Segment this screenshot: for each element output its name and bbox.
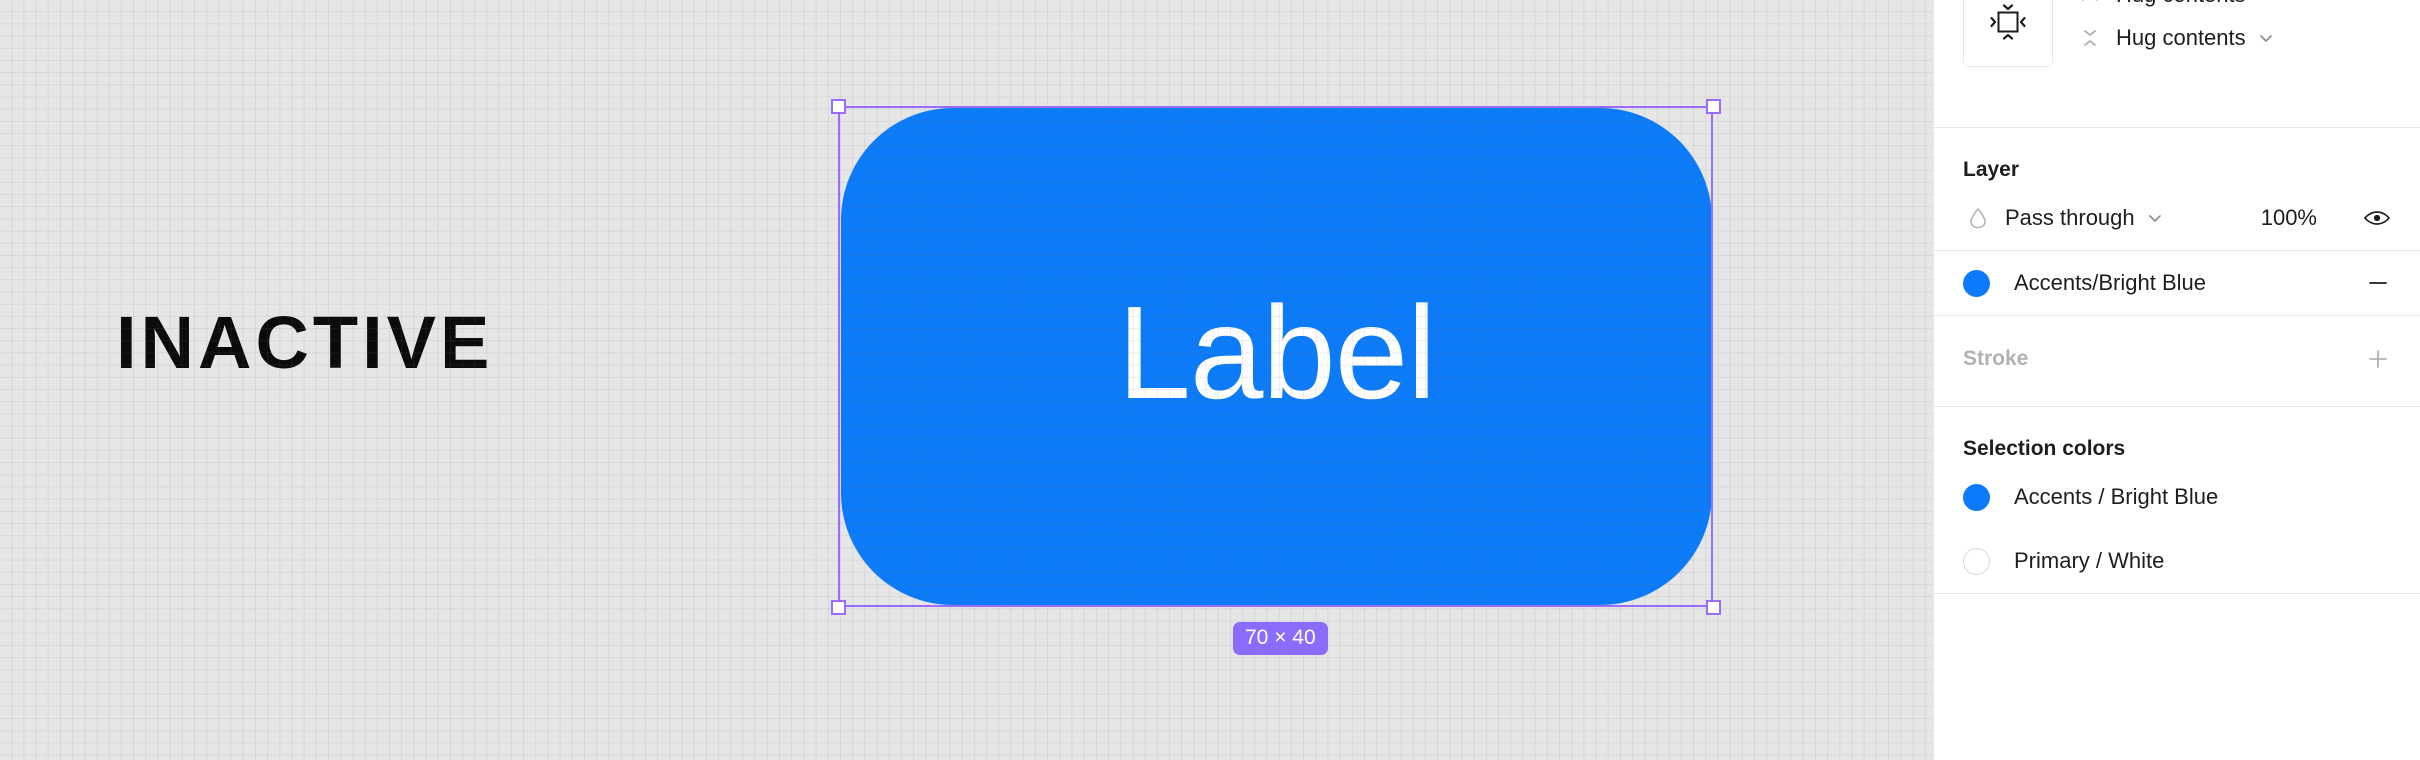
blend-mode-icon xyxy=(1963,206,1993,230)
eye-icon[interactable] xyxy=(2363,208,2391,228)
selection-handle-top-left[interactable] xyxy=(831,99,846,114)
fill-color-swatch[interactable] xyxy=(1963,269,1990,297)
vertical-resizing-icon xyxy=(2075,27,2105,49)
stroke-section-title: Stroke xyxy=(1963,347,2029,370)
horizontal-resizing-icon xyxy=(2075,0,2105,4)
resize-constraints-icon[interactable] xyxy=(1963,0,2053,67)
blend-mode-value[interactable]: Pass through xyxy=(2005,205,2135,231)
design-canvas[interactable]: INACTIVE Label 70 × 40 xyxy=(0,0,1933,760)
horizontal-resizing-value: Hug contents xyxy=(2116,0,2246,8)
stroke-header: Stroke xyxy=(1963,316,2391,376)
selection-color-swatch[interactable] xyxy=(1963,547,1990,575)
layer-section-title: Layer xyxy=(1963,158,2020,181)
chevron-down-icon[interactable] xyxy=(2146,209,2164,227)
selection-colors-section: Selection colors Accents / Bright Blue P… xyxy=(1934,407,2420,593)
resize-options: Hug contents Hug contents xyxy=(2075,0,2275,61)
selection-color-name: Accents / Bright Blue xyxy=(2014,484,2219,509)
fill-row[interactable]: Accents/Bright Blue xyxy=(1963,251,2391,315)
fill-section: Accents/Bright Blue xyxy=(1934,251,2420,315)
stroke-section: Stroke xyxy=(1934,316,2420,406)
button-shape[interactable]: Label xyxy=(841,108,1712,605)
inactive-state-label[interactable]: INACTIVE xyxy=(116,306,493,380)
vertical-resizing-value: Hug contents xyxy=(2116,25,2246,50)
fill-style-name: Accents/Bright Blue xyxy=(2014,270,2206,295)
button-shape-label: Label xyxy=(1117,278,1437,426)
selection-color-row[interactable]: Accents / Bright Blue xyxy=(1963,465,2391,529)
layer-opacity-value[interactable]: 100% xyxy=(2261,205,2317,231)
chevron-down-icon[interactable] xyxy=(2257,0,2275,4)
blend-mode-row: Pass through 100% xyxy=(1963,186,2391,250)
resize-section: Hug contents Hug contents xyxy=(1934,0,2420,127)
horizontal-resizing-row[interactable]: Hug contents xyxy=(2075,0,2275,15)
selection-color-row[interactable]: Primary / White xyxy=(1963,529,2391,593)
plus-icon[interactable] xyxy=(2365,346,2391,372)
selection-colors-title: Selection colors xyxy=(1963,437,2126,460)
selection-color-name: Primary / White xyxy=(2014,548,2165,573)
selection-handle-bottom-left[interactable] xyxy=(831,600,846,615)
section-divider xyxy=(1934,593,2420,594)
layer-section: Layer Pass through 100% xyxy=(1934,128,2420,250)
properties-panel: Hug contents Hug contents xyxy=(1933,0,2420,760)
chevron-down-icon[interactable] xyxy=(2257,29,2275,47)
vertical-resizing-row[interactable]: Hug contents xyxy=(2075,18,2275,58)
selection-handle-bottom-right[interactable] xyxy=(1706,600,1721,615)
selection-color-swatch[interactable] xyxy=(1963,483,1990,511)
minus-icon[interactable] xyxy=(2365,270,2391,296)
selection-handle-top-right[interactable] xyxy=(1706,99,1721,114)
figma-editor: INACTIVE Label 70 × 40 Hug contents Laye… xyxy=(0,0,2420,760)
selection-size-badge: 70 × 40 xyxy=(1233,622,1328,655)
